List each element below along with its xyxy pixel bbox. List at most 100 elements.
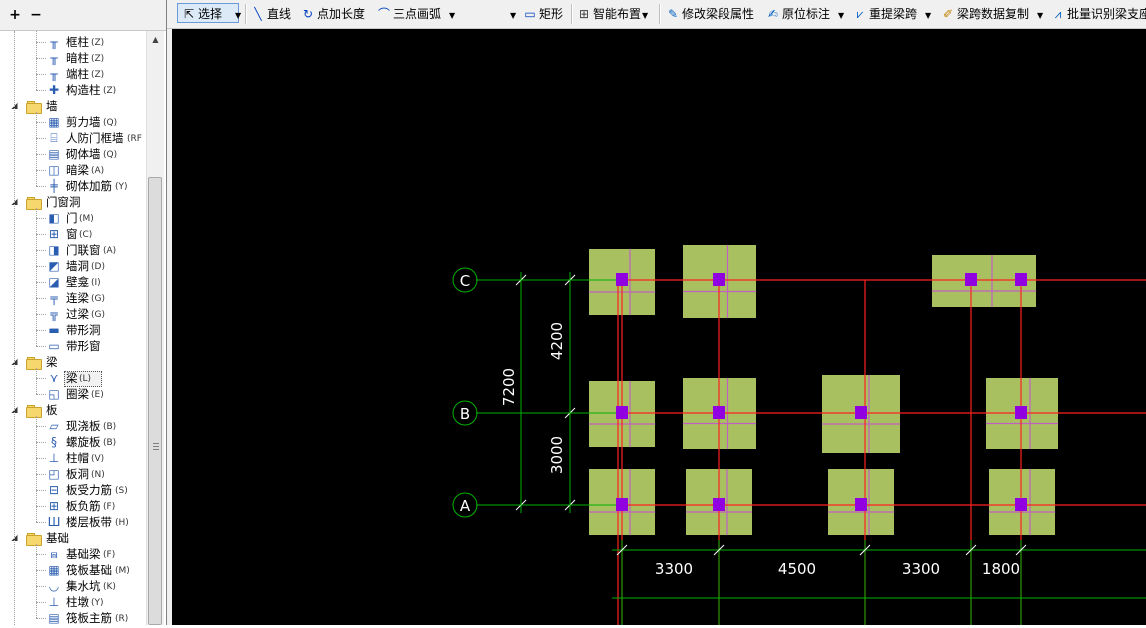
tree-item-shortcut: (C)	[79, 230, 93, 240]
tree-item[interactable]: ◡ 集水坑 (K)	[0, 578, 146, 594]
tree-item[interactable]: ╤ 连梁 (G)	[0, 290, 146, 306]
tree-folder[interactable]: ◢ 门窗洞	[0, 194, 146, 210]
shape-dropdown[interactable]: ▼	[507, 5, 516, 23]
column-marker	[713, 498, 725, 511]
tree-item[interactable]: Ш 楼层板带 (H)	[0, 514, 146, 530]
column-marker	[713, 273, 725, 286]
tree-item-shortcut: (Q)	[103, 118, 118, 128]
tree-item[interactable]: ⊥ 柱墩 (Y)	[0, 594, 146, 610]
tree-item-label: 现浇板	[66, 419, 101, 433]
re-extract-span-button[interactable]: ⩗ 重提梁跨 ▼	[853, 5, 932, 23]
column-icon: ╥	[50, 67, 58, 81]
drawing-canvas[interactable]: C B A 7200 4200 3000 3300 4500 3300 1800	[172, 29, 1146, 625]
dim-label-total: 7200	[500, 368, 518, 406]
tree-item[interactable]: ⌸ 人防门框墙 (RF	[0, 130, 146, 146]
line-tool-button[interactable]: ╲ 直线	[251, 5, 291, 23]
tree-item[interactable]: ⊞ 板负筋 (F)	[0, 498, 146, 514]
tree-scrollbar[interactable]: ▲	[146, 31, 164, 625]
tree-item[interactable]: ▬ 带形洞	[0, 322, 146, 338]
tree-item-shortcut: (E)	[91, 390, 104, 400]
niche-icon: ◪	[48, 275, 60, 289]
window-icon: ⊞	[48, 227, 60, 241]
point-length-button[interactable]: ↻ 点加长度	[301, 5, 365, 23]
tree-item[interactable]: ╥ 框柱 (Z)	[0, 34, 146, 50]
three-point-arc-button[interactable]: ⌒ 三点画弧 ▼	[377, 5, 455, 23]
axis-label: C	[460, 272, 470, 290]
tree-item-label: 人防门框墙	[66, 131, 124, 145]
tree-item[interactable]: ◫ 暗梁 (A)	[0, 162, 146, 178]
tree-item[interactable]: ◪ 壁龛 (I)	[0, 274, 146, 290]
copy-span-data-button[interactable]: ✐ 梁跨数据复制 ▼	[941, 5, 1043, 23]
tree-item[interactable]: ⊟ 板受力筋 (S)	[0, 482, 146, 498]
tree-item[interactable]: ▤ 砌体墙 (Q)	[0, 146, 146, 162]
tree-item[interactable]: ◱ 圈梁 (E)	[0, 386, 146, 402]
tree-item[interactable]: ╪ 砌体加筋 (Y)	[0, 178, 146, 194]
tree-item-shortcut: (H)	[115, 518, 129, 528]
point-length-icon: ↻	[302, 7, 314, 21]
tree-folder[interactable]: ◢ 墙	[0, 98, 146, 114]
batch-identify-support-button[interactable]: ⩘ 批量识别梁支座	[1051, 5, 1146, 23]
expand-all-button[interactable]: +	[7, 8, 23, 22]
smart-place-button[interactable]: ⊞ 智能布置▼	[577, 5, 648, 23]
tree-item[interactable]: ╦ 过梁 (G)	[0, 306, 146, 322]
raft-foundation-icon: ▦	[48, 563, 60, 577]
tree-item-label: 砌体墙	[66, 147, 101, 161]
tree-item-label: 壁龛	[66, 275, 89, 289]
tree-item[interactable]: § 螺旋板 (B)	[0, 434, 146, 450]
tree-item[interactable]: ▦ 筏板基础 (M)	[0, 562, 146, 578]
tree-folder[interactable]: ◢ 板	[0, 402, 146, 418]
tree-item[interactable]: ⊞ 窗 (C)	[0, 226, 146, 242]
tree-item[interactable]: ◨ 门联窗 (A)	[0, 242, 146, 258]
smart-place-icon: ⊞	[578, 7, 590, 21]
tree-item[interactable]: ◩ 墙洞 (D)	[0, 258, 146, 274]
tree-item[interactable]: ⊥ 柱帽 (V)	[0, 450, 146, 466]
modify-attribute-icon: ✎	[667, 7, 679, 21]
rectangle-tool-button[interactable]: ▭ 矩形	[523, 5, 563, 23]
tree-item[interactable]: ⋎ 梁 (L)	[0, 370, 146, 387]
tree-item-shortcut: (RF	[127, 134, 142, 144]
beam-icon: ⋎	[49, 371, 59, 385]
arc-icon: ⌒	[377, 7, 390, 21]
tree-folder[interactable]: ◢ 基础	[0, 530, 146, 546]
tree-item-label: 筏板基础	[66, 563, 112, 577]
batch-identify-icon: ⩘	[1054, 7, 1062, 21]
tree-item[interactable]: ▤ 筏板主筋 (R)	[0, 610, 146, 625]
select-dropdown[interactable]: ▼	[232, 5, 241, 23]
cad-drawing[interactable]: C B A 7200 4200 3000 3300 4500 3300 1800	[172, 29, 1146, 625]
tree-item-label: 窗	[66, 227, 78, 241]
tree-item-shortcut: (F)	[103, 550, 116, 560]
dim-label-span: 1800	[982, 560, 1020, 578]
tree-item-label: 板负筋	[66, 499, 101, 513]
modify-beam-segment-button[interactable]: ✎ 修改梁段属性	[666, 5, 754, 23]
collapse-all-button[interactable]: −	[28, 8, 44, 22]
tree-item[interactable]: ◧ 门 (M)	[0, 210, 146, 226]
component-tree-panel: + − ╥ 框柱 (Z) ╥ 暗柱 (Z) ╥ 端柱 (Z) ✚ 构造柱 (Z) ◢ 墙 ▦ 剪力墙 (Q) ⌸ 人…	[0, 0, 167, 625]
civil-defense-door-icon: ⌸	[50, 131, 58, 145]
tree-item[interactable]: ✚ 构造柱 (Z)	[0, 82, 146, 98]
tree-item[interactable]: ▦ 剪力墙 (Q)	[0, 114, 146, 130]
tree-item-shortcut: (Q)	[103, 150, 118, 160]
tree-item[interactable]: ▭ 带形窗	[0, 338, 146, 354]
tree-item-label: 带形窗	[66, 339, 101, 353]
tree-item[interactable]: ▱ 现浇板 (B)	[0, 418, 146, 434]
dim-label-upper: 4200	[548, 322, 566, 360]
scroll-up-arrow-icon[interactable]: ▲	[149, 33, 162, 46]
tree-folder[interactable]: ◢ 梁	[0, 354, 146, 370]
tree-item[interactable]: ╥ 端柱 (Z)	[0, 66, 146, 82]
tree-item[interactable]: ╥ 暗柱 (Z)	[0, 50, 146, 66]
tree-item-label: 连梁	[66, 291, 89, 305]
select-tool[interactable]: ⇱ 选择	[182, 5, 222, 23]
tree-item[interactable]: ⩎ 基础梁 (F)	[0, 546, 146, 562]
tree-item[interactable]: ◰ 板洞 (N)	[0, 466, 146, 482]
spiral-slab-icon: §	[51, 435, 57, 449]
dropdown-arrow-icon: ▼	[925, 11, 932, 20]
tree-folder-label: 板	[46, 403, 58, 417]
folder-open-icon	[26, 404, 42, 418]
tree-item-label: 暗柱	[66, 51, 89, 65]
scrollbar-thumb[interactable]	[148, 177, 162, 625]
slab-hole-icon: ◰	[48, 467, 60, 481]
strip-window-icon: ▭	[48, 339, 60, 353]
column-marker	[965, 273, 977, 286]
in-situ-label-button[interactable]: ✍ 原位标注 ▼	[766, 5, 844, 23]
tree-item-label: 基础梁	[66, 547, 101, 561]
